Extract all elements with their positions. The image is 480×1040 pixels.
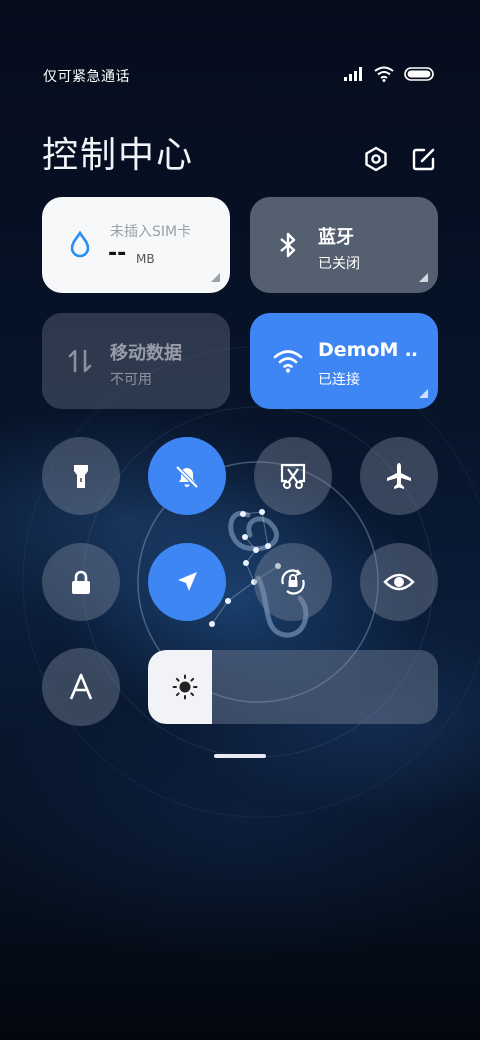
auto-letter-a-icon	[69, 673, 93, 700]
eye-icon	[383, 573, 415, 591]
mute-toggle[interactable]	[148, 437, 226, 515]
airplane-icon	[387, 463, 411, 489]
home-indicator[interactable]	[214, 754, 266, 758]
mobile-data-icon	[68, 349, 92, 373]
wifi-status: 已连接	[318, 372, 360, 388]
screenshot-toggle[interactable]	[254, 437, 332, 515]
rotation-lock-icon	[281, 569, 305, 595]
carrier-status: 仅可紧急通话	[43, 69, 130, 85]
rotation-lock-toggle[interactable]	[254, 543, 332, 621]
bluetooth-icon	[280, 232, 296, 258]
expand-corner-icon	[211, 273, 220, 282]
data-usage-value: --	[108, 241, 127, 266]
mute-bell-icon	[175, 465, 199, 489]
bluetooth-tile[interactable]: 蓝牙 已关闭	[250, 197, 438, 293]
expand-corner-icon	[419, 273, 428, 282]
status-icons	[344, 66, 434, 82]
wifi-tile[interactable]: DemoM ‥ 已连接	[250, 313, 438, 409]
edit-icon[interactable]	[410, 145, 438, 173]
data-usage-tile[interactable]: 未插入SIM卡 -- MB	[42, 197, 230, 293]
data-usage-unit: MB	[136, 252, 155, 266]
wifi-icon	[273, 350, 303, 373]
mobile-data-status: 不可用	[110, 372, 152, 388]
flashlight-icon	[74, 465, 88, 488]
eye-comfort-toggle[interactable]	[360, 543, 438, 621]
auto-brightness-toggle[interactable]	[42, 648, 120, 726]
lock-screen-toggle[interactable]	[42, 543, 120, 621]
flashlight-toggle[interactable]	[42, 437, 120, 515]
sun-icon	[172, 674, 198, 700]
settings-icon[interactable]	[362, 145, 390, 173]
airplane-mode-toggle[interactable]	[360, 437, 438, 515]
bluetooth-status: 已关闭	[318, 256, 360, 272]
location-arrow-icon	[178, 572, 197, 591]
wifi-status-icon	[374, 66, 394, 82]
scissors-screenshot-icon	[280, 463, 306, 489]
sim-status-label: 未插入SIM卡	[110, 224, 192, 240]
bluetooth-label: 蓝牙	[318, 227, 354, 248]
brightness-slider[interactable]	[148, 650, 438, 724]
battery-icon	[404, 67, 434, 81]
signal-icon	[344, 67, 362, 81]
location-toggle[interactable]	[148, 543, 226, 621]
wifi-network-name: DemoM ‥	[318, 339, 418, 361]
water-drop-icon	[70, 230, 90, 258]
lock-icon	[72, 570, 90, 594]
mobile-data-label: 移动数据	[110, 343, 182, 364]
expand-corner-icon	[419, 389, 428, 398]
mobile-data-tile[interactable]: 移动数据 不可用	[42, 313, 230, 409]
page-title: 控制中心	[42, 135, 195, 176]
